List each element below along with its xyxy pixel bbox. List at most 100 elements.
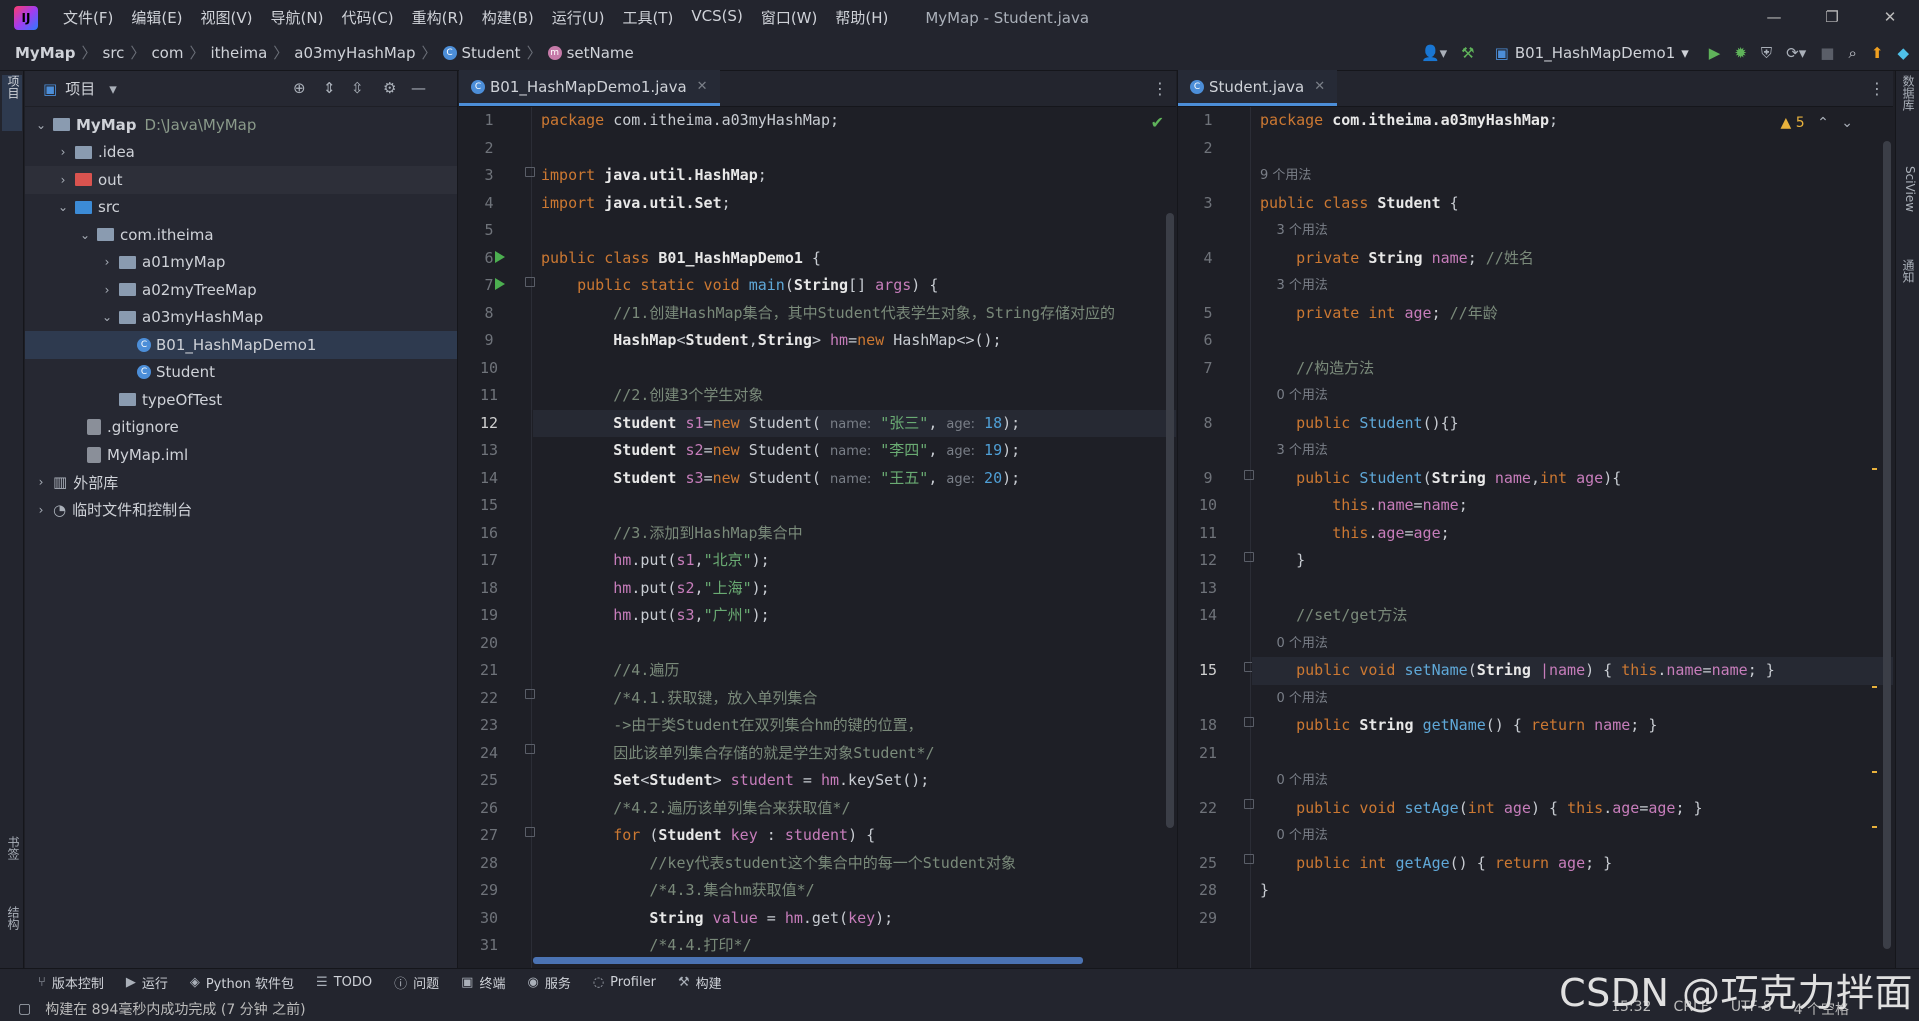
menu-tools[interactable]: 工具(T) (613, 7, 682, 28)
more-options-icon[interactable]: ⋮ (1152, 79, 1168, 98)
chevron-right-icon[interactable]: › (33, 503, 49, 517)
tab-b01-hashmapdemo1[interactable]: C B01_HashMapDemo1.java ✕ (459, 70, 720, 106)
chevron-down-icon[interactable]: ▾ (109, 80, 117, 98)
database-tool-tab[interactable]: 数据库 (1897, 75, 1917, 111)
warning-marker[interactable] (1872, 771, 1877, 773)
tree-item-a01mymap[interactable]: › a01myMap (25, 249, 457, 277)
expand-all-icon[interactable]: ⇕ (323, 79, 336, 97)
menu-vcs[interactable]: VCS(S) (682, 7, 751, 28)
tree-item-idea[interactable]: › .idea (25, 139, 457, 167)
tree-item-a03myhashmap[interactable]: ⌄ a03myHashMap (25, 304, 457, 332)
search-icon[interactable]: ⌕ (1848, 44, 1856, 62)
run-gutter-icon[interactable] (495, 251, 505, 263)
project-tool-tab[interactable]: 项目 (2, 75, 22, 131)
tree-item-student[interactable]: C Student (25, 359, 457, 387)
python-packages-tool-button[interactable]: ◈ Python 软件包 (190, 973, 294, 992)
tree-item-out[interactable]: › out (25, 166, 457, 194)
toggle-panel-icon[interactable]: ▢ (18, 1001, 31, 1017)
menu-window[interactable]: 窗口(W) (752, 7, 827, 28)
menu-help[interactable]: 帮助(H) (826, 7, 897, 28)
breadcrumb-project[interactable]: MyMap (15, 44, 76, 62)
vertical-scrollbar[interactable] (1883, 141, 1891, 949)
close-tab-icon[interactable]: ✕ (1314, 79, 1325, 94)
status-message[interactable]: 构建在 894毫秒内成功完成 (7 分钟 之前) (45, 999, 305, 1019)
chevron-right-icon[interactable]: › (55, 173, 71, 187)
breadcrumb-itheima[interactable]: itheima (211, 44, 268, 62)
warning-marker[interactable] (1872, 826, 1877, 828)
breadcrumb-method[interactable]: setName (567, 44, 634, 62)
breadcrumb-package[interactable]: a03myHashMap (294, 44, 415, 62)
user-icon[interactable]: 👤▾ (1421, 44, 1447, 62)
coverage-icon[interactable]: ⛨ (1761, 44, 1772, 62)
warning-marker[interactable] (1872, 686, 1877, 688)
menu-run[interactable]: 运行(U) (543, 7, 614, 28)
project-panel-title[interactable]: 项目 (65, 78, 95, 99)
run-configuration-select[interactable]: ▣ B01_HashMapDemo1 ▾ (1489, 44, 1695, 62)
run-gutter-icon[interactable] (495, 278, 505, 290)
warning-marker[interactable] (1872, 468, 1877, 470)
bookmarks-tool-tab[interactable]: 书签 (2, 836, 22, 860)
horizontal-scrollbar[interactable] (533, 957, 1083, 964)
tree-item-gitignore[interactable]: .gitignore (25, 414, 457, 442)
tree-item-b01-hashmapdemo1[interactable]: C B01_HashMapDemo1 (25, 331, 457, 359)
tree-item-a02mytreemap[interactable]: › a02myTreeMap (25, 276, 457, 304)
menu-code[interactable]: 代码(C) (332, 7, 402, 28)
breadcrumb-src[interactable]: src (103, 44, 125, 62)
chevron-down-icon[interactable]: ⌄ (99, 310, 115, 324)
structure-tool-tab[interactable]: 结构 (2, 906, 22, 930)
menu-refactor[interactable]: 重构(R) (403, 7, 473, 28)
tree-item-com-itheima[interactable]: ⌄ com.itheima (25, 221, 457, 249)
chevron-down-icon[interactable]: ⌄ (77, 228, 93, 242)
chevron-right-icon[interactable]: › (99, 255, 115, 269)
build-tool-button[interactable]: ⚒ 构建 (678, 973, 722, 992)
chevron-right-icon[interactable]: › (99, 283, 115, 297)
vcs-tool-button[interactable]: ⑂ 版本控制 (38, 973, 104, 992)
collapse-all-icon[interactable]: ⇳ (351, 79, 364, 97)
tree-item-src[interactable]: ⌄ src (25, 194, 457, 222)
problems-tool-button[interactable]: ⓘ 问题 (394, 973, 439, 992)
run-tool-button[interactable]: ▶ 运行 (126, 973, 168, 992)
locate-icon[interactable]: ⊕ (293, 79, 306, 97)
build-hammer-icon[interactable]: ⚒ (1461, 44, 1474, 62)
terminal-tool-button[interactable]: ▣ 终端 (461, 973, 505, 992)
hide-panel-icon[interactable]: — (411, 79, 426, 97)
todo-tool-button[interactable]: ☰ TODO (316, 975, 372, 990)
jetbrains-icon[interactable]: ◆ (1897, 44, 1909, 62)
services-tool-button[interactable]: ◉ 服务 (527, 973, 570, 992)
tree-item-external-libraries[interactable]: › ▥ 外部库 (25, 469, 457, 497)
chevron-right-icon[interactable]: › (55, 145, 71, 159)
chevron-down-icon[interactable]: ⌄ (55, 200, 71, 214)
breadcrumb-com[interactable]: com (151, 44, 183, 62)
code-area[interactable]: package com.itheima.a03myHashMap; import… (533, 107, 1176, 968)
menu-build[interactable]: 构建(B) (473, 7, 543, 28)
tree-item-scratches[interactable]: › ◔ 临时文件和控制台 (25, 496, 457, 524)
minimize-icon[interactable]: — (1745, 0, 1803, 35)
menu-navigate[interactable]: 导航(N) (262, 7, 333, 28)
stop-icon[interactable]: ■ (1820, 44, 1834, 62)
profiler-tool-button[interactable]: ◌ Profiler (593, 975, 656, 990)
notifications-tool-tab[interactable]: 通知 (1897, 259, 1917, 283)
vertical-scrollbar[interactable] (1166, 213, 1174, 828)
tree-item-typeoftest[interactable]: typeOfTest (25, 386, 457, 414)
restore-icon[interactable]: ❐ (1803, 0, 1861, 35)
profile-icon[interactable]: ⟳▾ (1786, 44, 1806, 62)
tab-student[interactable]: C Student.java ✕ (1178, 70, 1338, 106)
close-icon[interactable]: ✕ (1861, 0, 1919, 35)
debug-icon[interactable]: ✹ (1734, 44, 1747, 62)
gear-icon[interactable]: ⚙ (383, 79, 396, 97)
menu-edit[interactable]: 编辑(E) (122, 7, 191, 28)
intellij-logo-icon[interactable]: IJ (14, 5, 38, 30)
breadcrumb-class[interactable]: Student (462, 44, 521, 62)
sciview-tool-tab[interactable]: SciView (1897, 166, 1917, 212)
more-options-icon[interactable]: ⋮ (1869, 79, 1885, 98)
chevron-right-icon[interactable]: › (33, 475, 49, 489)
tree-item-mymap[interactable]: ⌄ MyMap D:\Java\MyMap (25, 111, 457, 139)
menu-view[interactable]: 视图(V) (192, 7, 262, 28)
run-icon[interactable]: ▶ (1709, 44, 1721, 62)
tree-item-mymap-iml[interactable]: MyMap.iml (25, 441, 457, 469)
update-icon[interactable]: ⬆ (1871, 44, 1884, 62)
chevron-down-icon[interactable]: ⌄ (33, 118, 49, 132)
code-area[interactable]: package com.itheima.a03myHashMap; 9 个用法 … (1252, 107, 1893, 968)
menu-file[interactable]: 文件(F) (54, 7, 122, 28)
close-tab-icon[interactable]: ✕ (697, 79, 708, 94)
